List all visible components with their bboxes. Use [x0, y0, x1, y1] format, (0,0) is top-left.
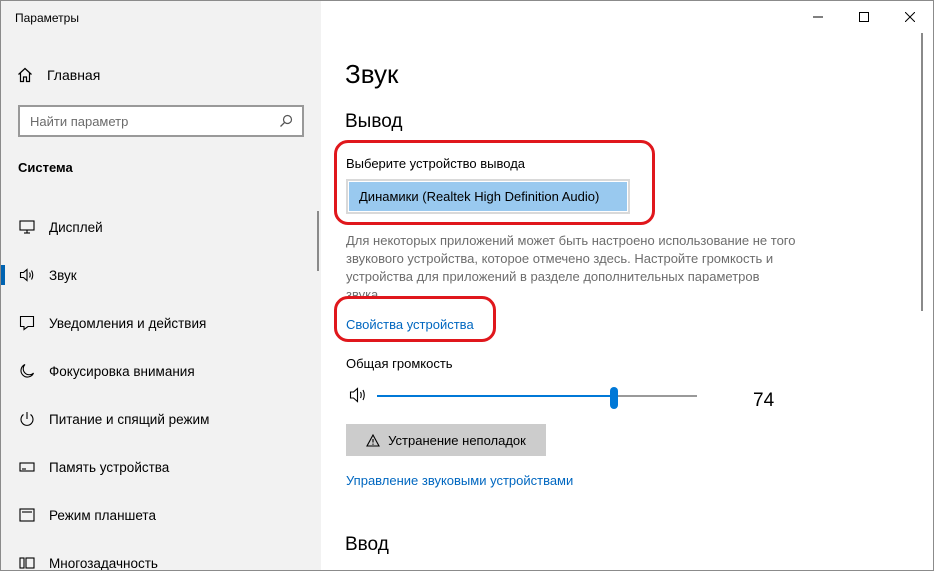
moon-icon: [17, 363, 37, 379]
sidebar-item-power[interactable]: Питание и спящий режим: [1, 395, 321, 443]
search-input[interactable]: [20, 112, 276, 130]
sidebar-item-label: Память устройства: [49, 459, 170, 475]
input-heading: Ввод: [345, 534, 389, 555]
notification-icon: [17, 315, 37, 331]
search-box[interactable]: [18, 105, 304, 137]
monitor-icon: [17, 220, 37, 234]
troubleshoot-label: Устранение неполадок: [388, 432, 526, 448]
sidebar-item-notifications[interactable]: Уведомления и действия: [1, 299, 321, 347]
window-title: Параметры: [15, 11, 79, 25]
sidebar-item-label: Режим планшета: [49, 507, 156, 523]
page-title: Звук: [345, 59, 399, 89]
volume-value: 74: [753, 390, 775, 411]
volume-slider-thumb[interactable]: [609, 387, 618, 409]
multitask-icon: [17, 556, 37, 570]
volume-speaker-icon[interactable]: [349, 386, 369, 409]
sidebar-item-label: Фокусировка внимания: [49, 363, 195, 379]
manage-sound-devices-link[interactable]: Управление звуковыми устройствами: [346, 473, 573, 488]
warning-icon: [366, 433, 381, 447]
tablet-icon: [17, 508, 37, 522]
sidebar-item-multitasking[interactable]: Многозадачность: [1, 539, 321, 571]
sidebar-scrollbar[interactable]: [317, 211, 319, 271]
sidebar-section-title: Система: [18, 160, 73, 175]
main-scrollbar[interactable]: [921, 33, 923, 311]
sidebar-item-display[interactable]: Дисплей: [1, 203, 321, 251]
home-label: Главная: [47, 67, 101, 83]
search-icon[interactable]: [276, 114, 296, 128]
sidebar-nav: Дисплей Звук Уведомления и действия Фоку…: [1, 203, 321, 571]
speaker-icon: [17, 267, 37, 283]
output-description: Для некоторых приложений может быть наст…: [346, 233, 796, 298]
storage-icon: [17, 460, 37, 474]
sidebar-item-focus-assist[interactable]: Фокусировка внимания: [1, 347, 321, 395]
sidebar-item-label: Дисплей: [49, 219, 103, 235]
volume-slider-fill: [377, 395, 614, 397]
device-properties-link[interactable]: Свойства устройства: [346, 317, 474, 332]
settings-window: Параметры Главная Система Дисплей: [0, 0, 934, 571]
home-nav-item[interactable]: Главная: [17, 63, 100, 87]
troubleshoot-button[interactable]: Устранение неполадок: [346, 424, 546, 456]
output-device-selected: Динамики (Realtek High Definition Audio): [349, 182, 627, 211]
output-device-dropdown[interactable]: Динамики (Realtek High Definition Audio): [346, 179, 630, 214]
sidebar-item-label: Питание и спящий режим: [49, 411, 210, 427]
sidebar: Параметры Главная Система Дисплей: [1, 1, 321, 570]
output-heading: Вывод: [345, 111, 403, 132]
sidebar-item-label: Уведомления и действия: [49, 315, 207, 331]
output-device-label: Выберите устройство вывода: [346, 156, 526, 171]
home-icon: [18, 67, 32, 83]
sidebar-item-storage[interactable]: Память устройства: [1, 443, 321, 491]
volume-slider[interactable]: [377, 387, 697, 409]
sidebar-item-sound[interactable]: Звук: [1, 251, 321, 299]
power-icon: [17, 411, 37, 427]
main-content: Звук Вывод Выберите устройство вывода Ди…: [321, 1, 933, 570]
sidebar-item-label: Многозадачность: [49, 555, 158, 571]
sidebar-item-label: Звук: [49, 267, 77, 283]
volume-label: Общая громкость: [346, 356, 453, 371]
sidebar-item-tablet-mode[interactable]: Режим планшета: [1, 491, 321, 539]
